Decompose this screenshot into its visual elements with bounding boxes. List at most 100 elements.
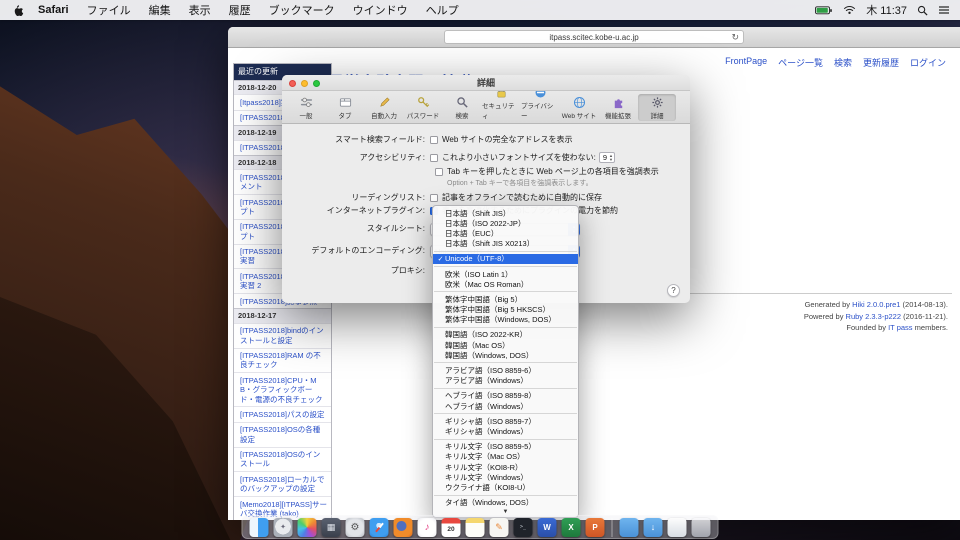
encoding-option-10[interactable]: 韓国語（ISO 2022-KR）	[433, 330, 578, 340]
encoding-option-2[interactable]: 日本語（EUC）	[433, 228, 578, 238]
encoding-option-17[interactable]: ギリシャ語（ISO 8859-7）	[433, 416, 578, 426]
encoding-option-14[interactable]: アラビア語（Windows）	[433, 376, 578, 386]
close-button[interactable]	[289, 80, 296, 87]
dock-word-icon[interactable]: W	[538, 518, 557, 537]
menu-scroll-down-icon[interactable]: ▼	[433, 508, 578, 515]
dock-firefox-icon[interactable]	[394, 518, 413, 537]
encoding-option-20[interactable]: キリル文字（Mac OS）	[433, 452, 578, 462]
footer-link[interactable]: Hiki 2.0.0.pre1	[852, 300, 900, 309]
reading-list-checkbox[interactable]	[430, 194, 438, 202]
wiki-nav-link-0[interactable]: FrontPage	[725, 56, 767, 69]
prefs-tab-websites[interactable]: Web サイト	[560, 94, 598, 121]
encoding-option-8[interactable]: 繁体字中国語（Big 5 HKSCS）	[433, 305, 578, 315]
dock-folder-downloads-icon[interactable]: ↓	[644, 518, 663, 537]
dock-mission-control-icon[interactable]: ▦	[322, 518, 341, 537]
spotlight-icon[interactable]	[917, 5, 928, 16]
encoding-option-label: 繁体字中国語（Windows, DOS）	[445, 314, 556, 325]
dock-folder-documents-icon[interactable]	[620, 518, 639, 537]
encoding-option-3[interactable]: 日本語（Shift JIS X0213）	[433, 239, 578, 249]
menubar-item-7[interactable]: ヘルプ	[417, 2, 468, 18]
notification-center-icon[interactable]	[938, 5, 950, 15]
prefs-tab-advanced[interactable]: 詳細	[638, 94, 676, 121]
encoding-option-22[interactable]: キリル文字（Windows）	[433, 472, 578, 482]
dock-itunes-icon[interactable]: ♪	[418, 518, 437, 537]
dock-powerpoint-icon[interactable]: P	[586, 518, 605, 537]
footer-line: Founded by IT pass members.	[804, 322, 948, 334]
address-bar[interactable]: itpass.scitec.kobe-u.ac.jp ↻	[444, 30, 744, 44]
sidebar-link[interactable]: [ITPASS2018]ローカルでのバックアップの設定	[234, 471, 331, 496]
zoom-button[interactable]	[313, 80, 320, 87]
prefs-tab-extensions[interactable]: 機能拡張	[599, 94, 637, 121]
dock-launchpad-icon[interactable]: ✦	[274, 518, 293, 537]
encoding-option-23[interactable]: ウクライナ語（KOI8-U）	[433, 482, 578, 492]
menubar-item-3[interactable]: 表示	[180, 2, 220, 18]
encoding-option-6[interactable]: 欧米（Mac OS Roman）	[433, 279, 578, 289]
dock-photos-icon[interactable]	[298, 518, 317, 537]
dock-trash-icon[interactable]	[692, 518, 711, 537]
encoding-option-4[interactable]: ✓Unicode（UTF-8）	[433, 254, 578, 264]
encoding-option-5[interactable]: 欧米（ISO Latin 1）	[433, 269, 578, 279]
encoding-option-9[interactable]: 繁体字中国語（Windows, DOS）	[433, 315, 578, 325]
sidebar-link[interactable]: [ITPASS2018]bindのインストールと設定	[234, 323, 331, 348]
sidebar-link[interactable]: [ITPASS2018]CPU・MB・グラフィックボード・電源の不良チェック	[234, 372, 331, 406]
encoding-option-0[interactable]: 日本語（Shift JIS）	[433, 208, 578, 218]
dock-excel-icon[interactable]: X	[562, 518, 581, 537]
dock-finder-icon[interactable]	[250, 518, 269, 537]
prefs-tab-tabs[interactable]: タブ	[326, 94, 364, 121]
apple-icon	[12, 4, 24, 17]
min-font-checkbox[interactable]	[430, 154, 438, 162]
sidebar-link[interactable]: [ITPASS2018]OSの各種設定	[234, 422, 331, 447]
encoding-option-19[interactable]: キリル文字（ISO 8859-5）	[433, 442, 578, 452]
menubar-item-6[interactable]: ウインドウ	[344, 2, 417, 18]
encoding-option-7[interactable]: 繁体字中国語（Big 5）	[433, 294, 578, 304]
dock-system-preferences-icon[interactable]: ⚙	[346, 518, 365, 537]
menu-bar-clock[interactable]: 木 11:37	[866, 2, 907, 18]
menubar-item-2[interactable]: 編集	[140, 2, 180, 18]
encoding-option-21[interactable]: キリル文字（KOI8-R）	[433, 462, 578, 472]
prefs-tab-passwords[interactable]: パスワード	[404, 94, 442, 121]
tab-highlight-checkbox[interactable]	[435, 168, 443, 176]
menubar-item-5[interactable]: ブックマーク	[260, 2, 344, 18]
menubar-item-0[interactable]: Safari	[29, 4, 78, 16]
sidebar-link[interactable]: [ITPASS2018]パスの設定	[234, 406, 331, 421]
wifi-icon[interactable]	[843, 5, 856, 15]
smart-search-checkbox[interactable]	[430, 136, 438, 144]
sidebar-link[interactable]: [ITPASS2018]OSのインストール	[234, 447, 331, 472]
encoding-option-18[interactable]: ギリシャ語（Windows）	[433, 426, 578, 436]
prefs-tab-autofill[interactable]: 自動入力	[365, 94, 403, 121]
apple-menu[interactable]	[12, 3, 25, 17]
reload-icon[interactable]: ↻	[731, 33, 739, 42]
menubar-item-1[interactable]: ファイル	[78, 2, 140, 18]
font-size-select[interactable]: 9 ▲▼	[599, 152, 615, 163]
battery-icon[interactable]	[815, 6, 833, 15]
sidebar-link[interactable]: [ITPASS2018]RAM の不良チェック	[234, 348, 331, 373]
footer-link[interactable]: IT pass	[888, 323, 912, 332]
dock: ✦ ▦ ⚙ ♪ 20 ✎ >_ WXP ↓	[242, 515, 719, 539]
encoding-option-11[interactable]: 韓国語（Mac OS）	[433, 340, 578, 350]
dock-notes-icon[interactable]	[466, 518, 485, 537]
dock-safari-icon[interactable]	[370, 518, 389, 537]
prefs-tab-search[interactable]: 検索	[443, 94, 481, 121]
wiki-nav-link-2[interactable]: 検索	[834, 56, 852, 69]
help-button[interactable]: ?	[667, 284, 680, 297]
dock-terminal-icon[interactable]: >_	[514, 518, 533, 537]
minimize-button[interactable]	[301, 80, 308, 87]
footer-link[interactable]: Ruby 2.3.3-p222	[846, 312, 901, 321]
wiki-nav-link-4[interactable]: ログイン	[910, 56, 946, 69]
encoding-option-13[interactable]: アラビア語（ISO 8859-6）	[433, 365, 578, 375]
menubar-item-4[interactable]: 履歴	[220, 2, 260, 18]
dock-document-stack-icon[interactable]	[668, 518, 687, 537]
wiki-nav-link-1[interactable]: ページ一覧	[778, 56, 823, 69]
preferences-titlebar[interactable]: 詳細	[282, 75, 690, 91]
encoding-option-16[interactable]: ヘブライ語（Windows）	[433, 401, 578, 411]
prefs-tab-general[interactable]: 一般	[287, 94, 325, 121]
dock-calendar-icon[interactable]: 20	[442, 518, 461, 537]
dock-pages-icon[interactable]: ✎	[490, 518, 509, 537]
encoding-option-1[interactable]: 日本語（ISO 2022-JP）	[433, 218, 578, 228]
encoding-option-12[interactable]: 韓国語（Windows, DOS）	[433, 350, 578, 360]
encoding-option-24[interactable]: タイ語（Windows, DOS）	[433, 498, 578, 508]
prefs-tab-passwords-label: パスワード	[407, 110, 440, 120]
wiki-nav-link-3[interactable]: 更新履歴	[863, 56, 899, 69]
encoding-option-15[interactable]: ヘブライ語（ISO 8859-8）	[433, 391, 578, 401]
dock-separator	[612, 518, 613, 537]
